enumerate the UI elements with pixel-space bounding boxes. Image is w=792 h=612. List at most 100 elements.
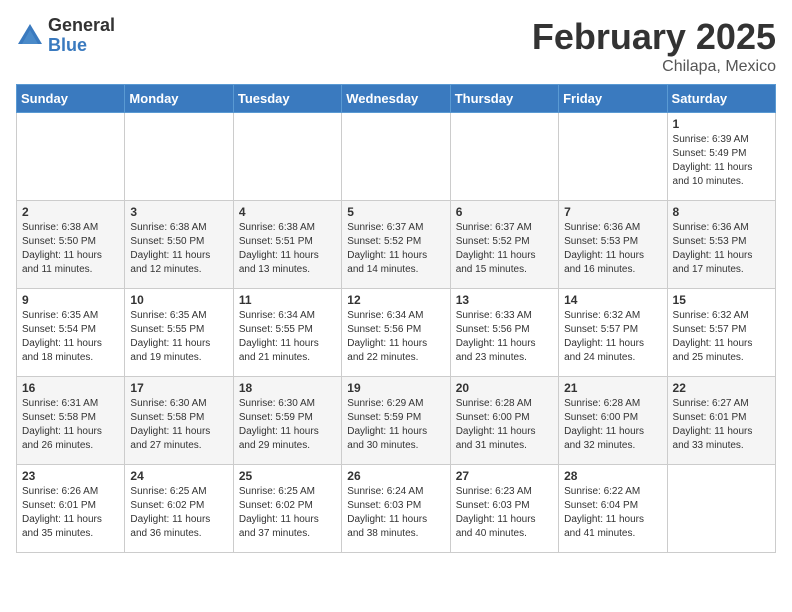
cell-info: Sunrise: 6:35 AM Sunset: 5:54 PM Dayligh… (22, 309, 119, 365)
day-number: 26 (347, 469, 444, 483)
calendar-cell: 8 Sunrise: 6:36 AM Sunset: 5:53 PM Daylig… (667, 201, 775, 289)
cell-info: Sunrise: 6:30 AM Sunset: 5:58 PM Dayligh… (130, 397, 227, 453)
cell-info: Sunrise: 6:28 AM Sunset: 6:00 PM Dayligh… (456, 397, 553, 453)
calendar-cell: 18 Sunrise: 6:30 AM Sunset: 5:59 PM Dayli… (233, 377, 341, 465)
calendar-cell: 5 Sunrise: 6:37 AM Sunset: 5:52 PM Daylig… (342, 201, 450, 289)
cell-info: Sunrise: 6:27 AM Sunset: 6:01 PM Dayligh… (673, 397, 770, 453)
cell-info: Sunrise: 6:35 AM Sunset: 5:55 PM Dayligh… (130, 309, 227, 365)
day-number: 20 (456, 381, 553, 395)
cell-info: Sunrise: 6:34 AM Sunset: 5:56 PM Dayligh… (347, 309, 444, 365)
calendar-cell (342, 113, 450, 201)
calendar-week-row: 9 Sunrise: 6:35 AM Sunset: 5:54 PM Daylig… (17, 289, 776, 377)
day-number: 24 (130, 469, 227, 483)
cell-info: Sunrise: 6:29 AM Sunset: 5:59 PM Dayligh… (347, 397, 444, 453)
cell-info: Sunrise: 6:23 AM Sunset: 6:03 PM Dayligh… (456, 485, 553, 541)
cell-info: Sunrise: 6:25 AM Sunset: 6:02 PM Dayligh… (130, 485, 227, 541)
calendar-week-row: 16Sunrise: 6:31 AM Sunset: 5:58 PM Dayli… (17, 377, 776, 465)
calendar-cell: 20 Sunrise: 6:28 AM Sunset: 6:00 PM Dayli… (450, 377, 558, 465)
calendar-cell: 7 Sunrise: 6:36 AM Sunset: 5:53 PM Daylig… (559, 201, 667, 289)
calendar-cell: 6 Sunrise: 6:37 AM Sunset: 5:52 PM Daylig… (450, 201, 558, 289)
day-number: 17 (130, 381, 227, 395)
day-number: 25 (239, 469, 336, 483)
calendar-cell: 13 Sunrise: 6:33 AM Sunset: 5:56 PM Dayli… (450, 289, 558, 377)
day-number: 15 (673, 293, 770, 307)
page-title: February 2025 (532, 16, 776, 58)
day-number: 11 (239, 293, 336, 307)
logo-icon (16, 22, 44, 50)
day-number: 8 (673, 205, 770, 219)
cell-info: Sunrise: 6:32 AM Sunset: 5:57 PM Dayligh… (673, 309, 770, 365)
day-number: 13 (456, 293, 553, 307)
day-number: 22 (673, 381, 770, 395)
day-number: 7 (564, 205, 661, 219)
calendar-header-monday: Monday (125, 85, 233, 113)
title-block: February 2025 Chilapa, Mexico (532, 16, 776, 76)
calendar-header-friday: Friday (559, 85, 667, 113)
calendar-cell (559, 113, 667, 201)
cell-info: Sunrise: 6:25 AM Sunset: 6:02 PM Dayligh… (239, 485, 336, 541)
calendar-header-thursday: Thursday (450, 85, 558, 113)
calendar-header-saturday: Saturday (667, 85, 775, 113)
cell-info: Sunrise: 6:28 AM Sunset: 6:00 PM Dayligh… (564, 397, 661, 453)
calendar-cell: 17 Sunrise: 6:30 AM Sunset: 5:58 PM Dayli… (125, 377, 233, 465)
day-number: 16 (22, 381, 119, 395)
cell-info: Sunrise: 6:37 AM Sunset: 5:52 PM Dayligh… (456, 221, 553, 277)
day-number: 12 (347, 293, 444, 307)
calendar-cell: 1 Sunrise: 6:39 AM Sunset: 5:49 PM Daylig… (667, 113, 775, 201)
calendar-cell: 3 Sunrise: 6:38 AM Sunset: 5:50 PM Daylig… (125, 201, 233, 289)
page-subtitle: Chilapa, Mexico (532, 58, 776, 76)
calendar-cell (17, 113, 125, 201)
cell-info: Sunrise: 6:36 AM Sunset: 5:53 PM Dayligh… (673, 221, 770, 277)
day-number: 14 (564, 293, 661, 307)
day-number: 18 (239, 381, 336, 395)
cell-info: Sunrise: 6:36 AM Sunset: 5:53 PM Dayligh… (564, 221, 661, 277)
logo-text: General Blue (48, 16, 115, 56)
day-number: 3 (130, 205, 227, 219)
day-number: 19 (347, 381, 444, 395)
day-number: 9 (22, 293, 119, 307)
calendar-cell: 22 Sunrise: 6:27 AM Sunset: 6:01 PM Dayli… (667, 377, 775, 465)
calendar-cell: 28 Sunrise: 6:22 AM Sunset: 6:04 PM Dayli… (559, 465, 667, 553)
page-header: General Blue February 2025 Chilapa, Mexi… (16, 16, 776, 76)
cell-info: Sunrise: 6:33 AM Sunset: 5:56 PM Dayligh… (456, 309, 553, 365)
day-number: 1 (673, 117, 770, 131)
calendar-cell: 27Sunrise: 6:23 AM Sunset: 6:03 PM Dayli… (450, 465, 558, 553)
day-number: 2 (22, 205, 119, 219)
calendar-cell (450, 113, 558, 201)
calendar-week-row: 1 Sunrise: 6:39 AM Sunset: 5:49 PM Daylig… (17, 113, 776, 201)
cell-info: Sunrise: 6:37 AM Sunset: 5:52 PM Dayligh… (347, 221, 444, 277)
day-number: 5 (347, 205, 444, 219)
logo: General Blue (16, 16, 115, 56)
calendar-week-row: 2 Sunrise: 6:38 AM Sunset: 5:50 PM Daylig… (17, 201, 776, 289)
calendar-header-tuesday: Tuesday (233, 85, 341, 113)
cell-info: Sunrise: 6:22 AM Sunset: 6:04 PM Dayligh… (564, 485, 661, 541)
cell-info: Sunrise: 6:24 AM Sunset: 6:03 PM Dayligh… (347, 485, 444, 541)
cell-info: Sunrise: 6:32 AM Sunset: 5:57 PM Dayligh… (564, 309, 661, 365)
cell-info: Sunrise: 6:30 AM Sunset: 5:59 PM Dayligh… (239, 397, 336, 453)
cell-info: Sunrise: 6:34 AM Sunset: 5:55 PM Dayligh… (239, 309, 336, 365)
day-number: 10 (130, 293, 227, 307)
calendar-cell (233, 113, 341, 201)
calendar-header-wednesday: Wednesday (342, 85, 450, 113)
calendar-week-row: 23Sunrise: 6:26 AM Sunset: 6:01 PM Dayli… (17, 465, 776, 553)
calendar-cell: 9 Sunrise: 6:35 AM Sunset: 5:54 PM Daylig… (17, 289, 125, 377)
calendar-header-sunday: Sunday (17, 85, 125, 113)
cell-info: Sunrise: 6:39 AM Sunset: 5:49 PM Dayligh… (673, 133, 770, 189)
day-number: 6 (456, 205, 553, 219)
calendar-cell: 15 Sunrise: 6:32 AM Sunset: 5:57 PM Dayli… (667, 289, 775, 377)
calendar-cell: 4Sunrise: 6:38 AM Sunset: 5:51 PM Daylig… (233, 201, 341, 289)
calendar-cell: 26 Sunrise: 6:24 AM Sunset: 6:03 PM Dayli… (342, 465, 450, 553)
cell-info: Sunrise: 6:38 AM Sunset: 5:50 PM Dayligh… (130, 221, 227, 277)
day-number: 28 (564, 469, 661, 483)
calendar-cell: 19 Sunrise: 6:29 AM Sunset: 5:59 PM Dayli… (342, 377, 450, 465)
calendar-cell: 23Sunrise: 6:26 AM Sunset: 6:01 PM Dayli… (17, 465, 125, 553)
calendar-cell (667, 465, 775, 553)
calendar-cell (125, 113, 233, 201)
day-number: 23 (22, 469, 119, 483)
calendar-cell: 24 Sunrise: 6:25 AM Sunset: 6:02 PM Dayli… (125, 465, 233, 553)
calendar-cell: 2Sunrise: 6:38 AM Sunset: 5:50 PM Daylig… (17, 201, 125, 289)
calendar-cell: 21Sunrise: 6:28 AM Sunset: 6:00 PM Dayli… (559, 377, 667, 465)
logo-blue-text: Blue (48, 36, 115, 56)
calendar-cell: 25 Sunrise: 6:25 AM Sunset: 6:02 PM Dayli… (233, 465, 341, 553)
logo-general-text: General (48, 16, 115, 36)
